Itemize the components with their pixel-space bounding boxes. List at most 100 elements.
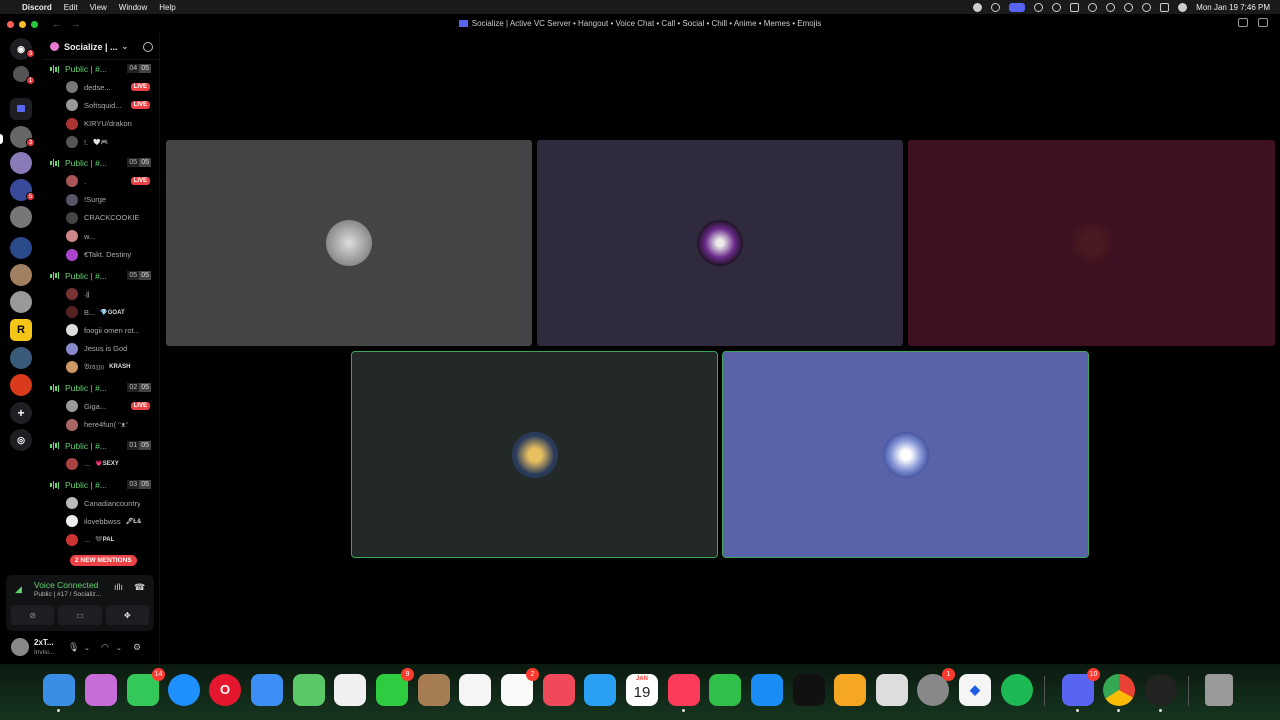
voice-user-item[interactable]: KIRYU/drakon [42,115,160,133]
camera-off-button[interactable]: ⊘ [11,605,55,625]
apple-tv-icon[interactable] [793,674,825,706]
voice-channel-item[interactable]: Public | #... 04 05 [42,60,160,78]
voice-user-item[interactable]: Jesus is God [42,340,160,358]
voice-channel-item[interactable]: Public | #... 02 05 [42,379,160,397]
forward-arrow-icon[interactable]: → [71,19,80,29]
voice-user-item[interactable]: ilovebbwss 🖋Ł& [42,512,160,530]
participant-tile[interactable] [537,140,903,346]
back-arrow-icon[interactable]: ← [52,19,61,29]
avatar[interactable] [11,638,29,656]
launchpad-icon[interactable] [85,674,117,706]
screen-mirror-icon[interactable] [1009,2,1026,12]
voice-user-item[interactable]: B... 💎GOAT [42,303,160,321]
voice-user-item[interactable]: ... 🖤PAL [42,531,160,549]
sync-icon[interactable] [991,2,1001,12]
server-icon-gray[interactable] [10,206,32,228]
trash-icon[interactable] [1205,674,1233,706]
voice-channel-item[interactable]: Public | #... 01 05 [42,437,160,455]
maps-icon[interactable] [293,674,325,706]
server-icon-portrait[interactable] [10,264,32,286]
voice-user-item[interactable]: . LIVE [42,172,160,190]
obs-icon[interactable] [1145,674,1177,712]
menu-app-discord[interactable]: Discord [22,3,52,12]
server-icon-red[interactable] [10,374,32,396]
voice-user-item[interactable]: CRACKCOOKIES [42,209,160,227]
signal-icon[interactable]: ◢ [15,584,25,594]
play-icon[interactable] [1106,2,1116,12]
share-screen-button[interactable]: ▭ [58,605,102,625]
server-icon-rockstar[interactable]: R [10,319,32,341]
server-icon-landscape[interactable] [10,347,32,369]
headphones-icon[interactable]: ◠ [101,642,109,653]
voice-user-item[interactable]: .jj [42,285,160,303]
discord-icon[interactable]: 10 [1062,668,1100,712]
reminders-icon[interactable]: 2 [501,668,539,706]
menu-view[interactable]: View [90,3,107,12]
menu-edit[interactable]: Edit [64,3,78,12]
voice-channel[interactable]: Public | #17 / Socializ... [34,591,101,598]
audio-options-chevron-icon[interactable]: ⌄ [116,644,122,652]
voice-user-item[interactable]: here4fun( ᵔᴥᵔ [42,415,160,433]
voice-channel-item[interactable]: Public | #... 03 05 [42,476,160,494]
chrome-icon[interactable] [1103,674,1135,712]
username[interactable]: 2xT... [34,638,54,647]
opera-icon[interactable]: O [209,674,241,706]
wifi-icon[interactable] [1124,2,1134,12]
gear-icon[interactable]: ⚙ [133,642,141,653]
add-server-icon[interactable]: + [10,402,32,424]
participant-tile-speaking[interactable] [722,351,1089,558]
app-store-icon[interactable] [751,674,783,706]
contacts-icon[interactable] [418,674,450,706]
profile-icon[interactable] [1178,2,1188,12]
voice-user-item[interactable]: Canadiancountry... [42,494,160,512]
photos-icon[interactable] [334,674,366,706]
voice-user-item[interactable]: w... [42,227,160,245]
noise-suppression-icon[interactable]: ıllı [114,582,124,592]
help-icon[interactable] [1258,18,1268,27]
server-icon-anime[interactable] [10,152,32,174]
microphone-icon[interactable]: 🎙 [68,642,79,653]
record-icon[interactable] [973,2,983,12]
voice-user-item[interactable]: foogii omen rot... [42,321,160,339]
facetime-icon[interactable]: 9 [376,668,414,706]
activities-button[interactable]: ✥ [105,605,149,625]
participant-tile[interactable] [908,140,1275,346]
search-icon[interactable] [1142,2,1152,12]
explore-servers-icon[interactable]: ◎ [10,429,32,451]
messages-icon[interactable]: 14 [127,668,165,706]
menubar-clock[interactable]: Mon Jan 19 7:46 PM [1196,3,1270,12]
folder-icon[interactable] [10,98,32,120]
close-window-button[interactable] [7,20,14,28]
numbers-icon[interactable] [709,674,741,706]
iphone-mirroring-icon[interactable] [876,674,908,706]
voice-user-item[interactable]: !Surge [42,190,160,208]
voice-user-item[interactable]: Softsquid... LIVE [42,96,160,114]
news-icon[interactable] [543,674,575,706]
voice-user-item[interactable]: €Takt. Destiny [42,245,160,263]
voice-user-item[interactable]: 𝔅𝔯𝔞𝔷𝔷𝔶 KRASH [42,358,160,376]
spotify-icon[interactable] [1001,674,1033,706]
safari-icon[interactable] [168,674,200,706]
voice-user-item[interactable]: dedse... LIVE [42,78,160,96]
voice-user-item[interactable]: Giga... LIVE [42,397,160,415]
user-icon[interactable] [1088,2,1098,12]
voice-status[interactable]: Voice Connected [34,580,98,590]
participant-tile-speaking[interactable] [351,351,718,558]
finder-icon[interactable] [43,674,75,712]
inbox-icon[interactable] [1238,18,1248,27]
mic-options-chevron-icon[interactable]: ⌄ [84,644,90,652]
disconnect-icon[interactable]: ☎ [134,582,145,592]
mail-icon[interactable] [251,674,283,706]
server-header[interactable]: Socialize | ... ⌄ [42,34,159,60]
voice-user-item[interactable]: ... 💗SEXY [42,455,160,473]
calendar-icon[interactable]: JAN 19 [626,674,658,706]
participant-tile[interactable] [166,140,532,346]
bluetooth-icon[interactable] [1052,2,1062,12]
server-icon-city[interactable] [10,237,32,259]
control-center-icon[interactable] [1160,2,1170,12]
new-mentions-pill[interactable]: 2 NEW MENTIONS [70,555,137,566]
menu-help[interactable]: Help [159,3,175,12]
voice-channel-item[interactable]: Public | #... 05 05 [42,267,160,285]
battery-icon[interactable] [1070,2,1080,12]
system-settings-icon[interactable]: 1 [917,668,955,706]
